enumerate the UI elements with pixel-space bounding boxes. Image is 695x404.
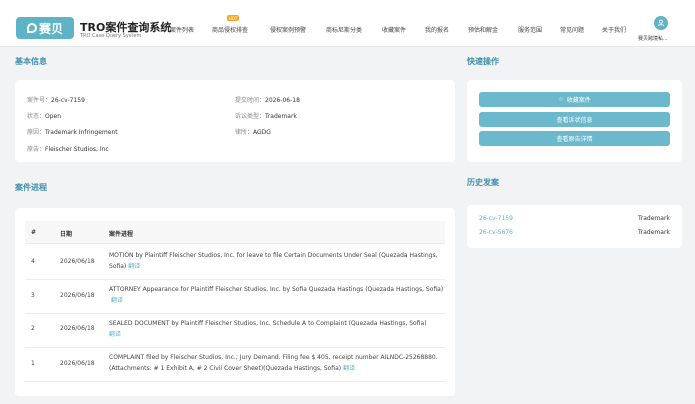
nav-item-nice-class[interactable]: 商标尼斯分类	[326, 25, 362, 34]
nav-item-about[interactable]: 关于我们	[602, 25, 626, 34]
plaintiff-field: 原告：Fleischer Studios, Inc	[27, 144, 109, 153]
case-type-value: Trademark	[265, 113, 297, 120]
row-description-text: ATTORNEY Appearance for Plaintiff Fleisc…	[109, 286, 444, 293]
row-divider	[25, 313, 445, 314]
row-description-text: MOTION by Plaintiff Fleischer Studios, I…	[109, 252, 438, 270]
case-number-value: 26-cv-7159	[51, 97, 85, 104]
history-title: 历史发案	[467, 178, 499, 187]
plaintiff-value[interactable]: Fleischer Studios, Inc	[45, 146, 109, 153]
nav-item-product-check[interactable]: 商品侵权排查	[212, 25, 248, 34]
logo-mark-icon	[26, 23, 37, 33]
nav-item-my-registration[interactable]: 我的报名	[425, 25, 449, 34]
row-divider	[25, 243, 445, 244]
nav-item-settlement[interactable]: 预估和解金	[468, 25, 498, 34]
case-type-field: 诉讼类型：Trademark	[235, 111, 297, 120]
row-description: COMPLAINT filed by Fleischer Studios, In…	[109, 352, 444, 374]
row-date: 2026/06/18	[60, 325, 95, 332]
status-field: 状态：Open	[27, 111, 61, 120]
plaintiff-label: 原告：	[27, 146, 46, 153]
basic-info-title: 基本信息	[15, 57, 47, 66]
translate-link[interactable]: 翻译	[109, 331, 121, 338]
history-card	[467, 205, 682, 248]
row-divider	[25, 279, 445, 280]
quick-actions-title: 快速操作	[467, 57, 499, 66]
column-header-progress: 案件进程	[109, 231, 134, 238]
translate-link[interactable]: 翻译	[343, 365, 355, 372]
row-date: 2026/06/18	[60, 258, 95, 265]
favorite-button[interactable]: ☆ 收藏案件	[479, 92, 670, 107]
column-header-number: #	[31, 229, 37, 236]
translate-link[interactable]: 翻译	[128, 263, 140, 270]
row-number: 1	[31, 360, 35, 367]
column-header-date: 日期	[60, 231, 73, 238]
username[interactable]: 赛贝跨境私...	[638, 35, 668, 42]
app-subtitle: TRO Case Query System	[80, 33, 142, 39]
nav-item-warning[interactable]: 侵权案例预警	[270, 25, 306, 34]
filed-date-value: 2026-06-18	[265, 97, 300, 104]
user-avatar[interactable]	[654, 16, 668, 30]
logo[interactable]: 赛贝	[16, 17, 74, 39]
hot-badge: HOT	[227, 15, 239, 21]
cause-label: 原因：	[27, 129, 46, 136]
cause-value: Trademark Infringement	[45, 129, 118, 136]
status-label: 状态：	[27, 113, 46, 120]
nav-item-case-list[interactable]: 案件列表	[170, 25, 194, 34]
top-header: 赛贝 TRO案件查询系统 TRO Case Query System 案件列表 …	[0, 0, 695, 47]
view-plaintiff-details-button-label: 查看原告详情	[556, 136, 593, 143]
view-complaint-button-label: 查看诉状信息	[556, 117, 593, 124]
law-firm-value[interactable]: AGDG	[253, 129, 271, 136]
row-divider	[25, 347, 445, 348]
row-number: 2	[31, 325, 35, 332]
row-date: 2026/06/18	[60, 360, 95, 367]
nav-item-services[interactable]: 服务范围	[518, 25, 542, 34]
row-number: 4	[31, 258, 35, 265]
user-icon	[657, 19, 665, 27]
filed-date-label: 提交时间：	[235, 97, 266, 104]
basic-info-card: 案件号：26-cv-7159 提交时间：2026-06-18 状态：Open 诉…	[15, 80, 455, 162]
history-case-type: Trademark	[638, 229, 670, 236]
history-case-type: Trademark	[638, 215, 670, 222]
view-complaint-button[interactable]: 查看诉状信息	[479, 112, 670, 127]
row-description: MOTION by Plaintiff Fleischer Studios, I…	[109, 250, 444, 272]
translate-link[interactable]: 翻译	[111, 297, 123, 304]
star-icon: ☆	[558, 96, 564, 103]
row-description: SEALED DOCUMENT by Plaintiff Fleischer S…	[109, 318, 444, 340]
view-plaintiff-details-button[interactable]: 查看原告详情	[479, 131, 670, 146]
row-description: ATTORNEY Appearance for Plaintiff Fleisc…	[109, 284, 444, 306]
row-number: 3	[31, 292, 35, 299]
row-description-text: SEALED DOCUMENT by Plaintiff Fleischer S…	[109, 320, 427, 327]
case-type-label: 诉讼类型：	[235, 113, 266, 120]
history-case-link[interactable]: 26-cv-7159	[479, 215, 513, 222]
cause-field: 原因：Trademark Infringement	[27, 127, 118, 136]
nav-item-faq[interactable]: 常见问题	[560, 25, 584, 34]
logo-text: 赛贝	[38, 21, 63, 36]
progress-table-header	[25, 221, 445, 243]
law-firm-field: 律所：AGDG	[235, 127, 271, 136]
case-number-field: 案件号：26-cv-7159	[27, 95, 85, 104]
law-firm-label: 律所：	[235, 129, 254, 136]
case-number-label: 案件号：	[27, 97, 52, 104]
row-divider	[25, 381, 445, 382]
progress-title: 案件进程	[15, 183, 47, 192]
row-date: 2026/06/18	[60, 292, 95, 299]
row-description-text: COMPLAINT filed by Fleischer Studios, In…	[109, 354, 438, 372]
filed-date-field: 提交时间：2026-06-18	[235, 95, 300, 104]
status-value: Open	[45, 113, 62, 120]
history-case-link[interactable]: 26-cv-5676	[479, 229, 513, 236]
nav-item-favorites[interactable]: 收藏案件	[382, 25, 406, 34]
favorite-button-label: 收藏案件	[566, 97, 591, 104]
